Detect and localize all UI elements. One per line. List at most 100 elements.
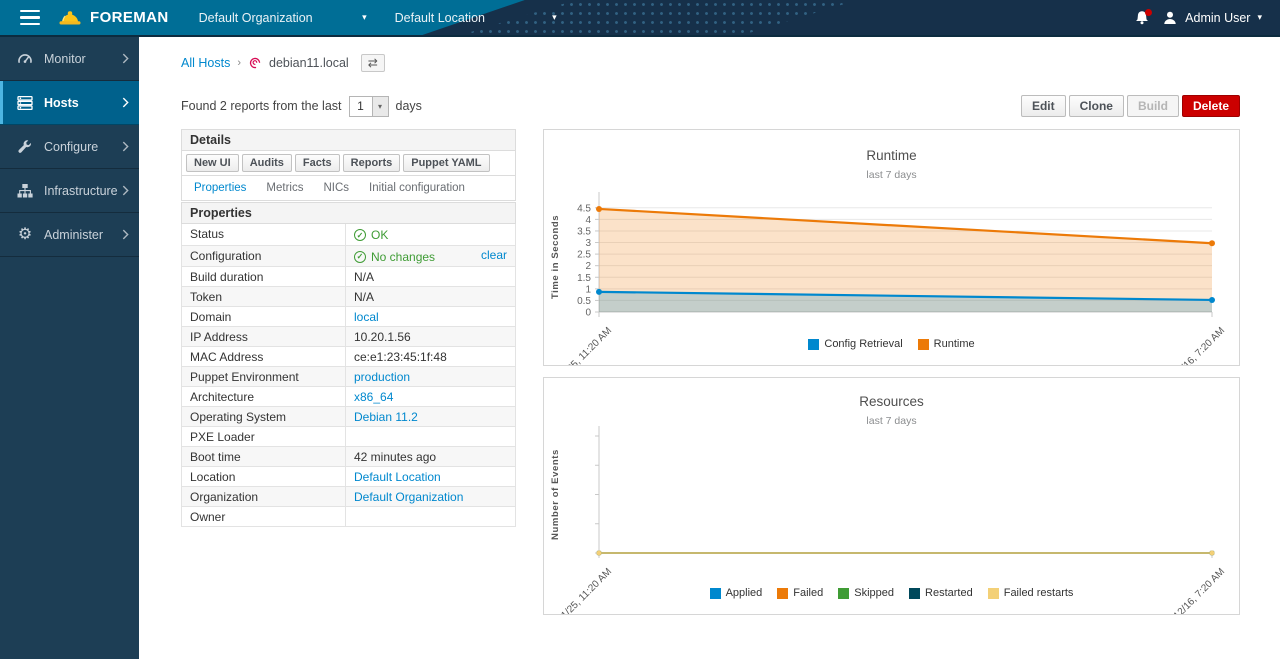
legend-swatch [909, 588, 920, 599]
debian-icon [248, 56, 262, 70]
property-label: Location [182, 467, 346, 487]
legend-item-runtime[interactable]: Runtime [918, 338, 975, 350]
user-menu[interactable]: Admin User ▾ [1162, 10, 1262, 26]
property-value: ✓OK [346, 224, 516, 246]
location-link[interactable]: Default Location [354, 470, 441, 484]
property-value: Default Location [346, 467, 516, 487]
property-row-status: Status ✓OK [182, 224, 516, 246]
sidebar-item-label: Administer [44, 228, 122, 242]
tab-initial-configuration[interactable]: Initial configuration [359, 180, 475, 196]
vertical-nav: Monitor HostsConfigureInfrastructure⚙Admi… [0, 37, 139, 659]
y-tick-label: 0.5 [577, 296, 591, 307]
breadcrumb-current-host: debian11.local [269, 56, 349, 70]
reports-button[interactable]: Reports [343, 154, 401, 172]
reports-summary: Found 2 reports from the last 1 ▾ days [181, 96, 422, 117]
property-row-configuration: Configuration✓No changesclear [182, 245, 516, 267]
property-value: ✓No changesclear [346, 245, 516, 267]
legend-label: Applied [726, 587, 763, 599]
report-days-select[interactable]: 1 ▾ [349, 96, 389, 117]
y-tick-label: 1.5 [577, 273, 591, 284]
status-ok-value: ✓OK [354, 228, 388, 242]
clone-button[interactable]: Clone [1069, 95, 1124, 117]
property-label: Domain [182, 307, 346, 327]
legend-label: Failed restarts [1004, 587, 1074, 599]
delete-button[interactable]: Delete [1182, 95, 1240, 117]
check-circle-icon: ✓ [354, 251, 366, 263]
resources-legend: Applied Failed Skipped Restarted Failed rest… [544, 587, 1239, 599]
tab-properties[interactable]: Properties [184, 180, 256, 196]
details-buttons: New UIAuditsFactsReportsPuppet YAML [182, 151, 515, 176]
property-value: production [346, 367, 516, 387]
property-value: Default Organization [346, 487, 516, 507]
legend-item-failed-restarts[interactable]: Failed restarts [988, 587, 1074, 599]
property-row-boot-time: Boot time42 minutes ago [182, 447, 516, 467]
legend-item-restarted[interactable]: Restarted [909, 587, 973, 599]
domain-link[interactable]: local [354, 310, 379, 324]
location-selector[interactable]: Default Location ▾ [395, 11, 557, 25]
host-toolbar: Found 2 reports from the last 1 ▾ days E… [181, 95, 1240, 117]
sidebar-item-label: Monitor [44, 52, 122, 66]
property-value [346, 507, 516, 527]
brand-name: FOREMAN [90, 9, 169, 26]
host-switcher-button[interactable]: ⇄ [361, 54, 385, 72]
organization-selector[interactable]: Default Organization ▾ [199, 11, 367, 25]
y-tick-label: 1 [585, 284, 591, 295]
property-label: Status [182, 224, 346, 246]
chevron-right-icon [122, 53, 129, 64]
property-label: Architecture [182, 387, 346, 407]
legend-item-config-retrieval[interactable]: Config Retrieval [808, 338, 902, 350]
sidebar-item-administer[interactable]: ⚙Administer [0, 213, 139, 257]
build-button: Build [1127, 95, 1179, 117]
notifications-button[interactable] [1134, 10, 1150, 26]
legend-item-skipped[interactable]: Skipped [838, 587, 894, 599]
chevron-right-icon [122, 229, 129, 240]
organization-selector-label: Default Organization [199, 11, 313, 25]
chevron-down-icon: ▾ [362, 12, 367, 23]
user-icon [1162, 10, 1178, 26]
property-row-architecture: Architecture x86_64 [182, 387, 516, 407]
property-value [346, 427, 516, 447]
y-tick-label: 3 [585, 238, 591, 249]
details-header: Details [182, 130, 515, 151]
wrench-icon [17, 139, 33, 155]
main-content: All Hosts › debian11.local ⇄ Found 2 rep… [139, 37, 1280, 659]
resources-chart: Resourceslast 7 daysNumber of Events11/2… [544, 378, 1239, 614]
operating-system-link[interactable]: Debian 11.2 [354, 410, 418, 424]
runtime-chart: Runtimelast 7 daysTime in Seconds00.511.… [544, 130, 1239, 365]
sidebar-item-configure[interactable]: Configure [0, 125, 139, 169]
location-selector-label: Default Location [395, 11, 485, 25]
organization-link[interactable]: Default Organization [354, 490, 463, 504]
tab-metrics[interactable]: Metrics [256, 180, 313, 196]
chevron-right-icon [122, 141, 129, 152]
legend-item-failed[interactable]: Failed [777, 587, 823, 599]
menu-toggle-button[interactable] [16, 6, 44, 30]
foreman-brand[interactable]: FOREMAN [58, 8, 169, 28]
property-label: PXE Loader [182, 427, 346, 447]
sidebar-item-infrastructure[interactable]: Infrastructure [0, 169, 139, 213]
details-tabs: PropertiesMetricsNICsInitial configurati… [182, 176, 515, 200]
legend-swatch [918, 339, 929, 350]
chevron-right-icon [122, 97, 129, 108]
sidebar-item-monitor[interactable]: Monitor [0, 37, 139, 81]
chart-title: Resources [859, 394, 924, 409]
y-tick-label: 3.5 [577, 226, 591, 237]
legend-label: Failed [793, 587, 823, 599]
puppet-yaml-button[interactable]: Puppet YAML [403, 154, 489, 172]
property-value: 10.20.1.56 [346, 327, 516, 347]
property-label: Configuration [182, 245, 346, 267]
new-ui-button[interactable]: New UI [186, 154, 239, 172]
audits-button[interactable]: Audits [242, 154, 292, 172]
y-tick-label: 4.5 [577, 203, 591, 214]
edit-button[interactable]: Edit [1021, 95, 1066, 117]
clear-link[interactable]: clear [481, 248, 507, 262]
reports-summary-prefix: Found 2 reports from the last [181, 99, 342, 113]
architecture-link[interactable]: x86_64 [354, 390, 393, 404]
facts-button[interactable]: Facts [295, 154, 340, 172]
tab-nics[interactable]: NICs [313, 180, 359, 196]
breadcrumb-all-hosts-link[interactable]: All Hosts [181, 56, 230, 70]
puppet-environment-link[interactable]: production [354, 370, 410, 384]
property-row-pxe-loader: PXE Loader [182, 427, 516, 447]
sidebar-item-hosts[interactable]: Hosts [0, 81, 139, 125]
legend-item-applied[interactable]: Applied [710, 587, 763, 599]
property-label: IP Address [182, 327, 346, 347]
